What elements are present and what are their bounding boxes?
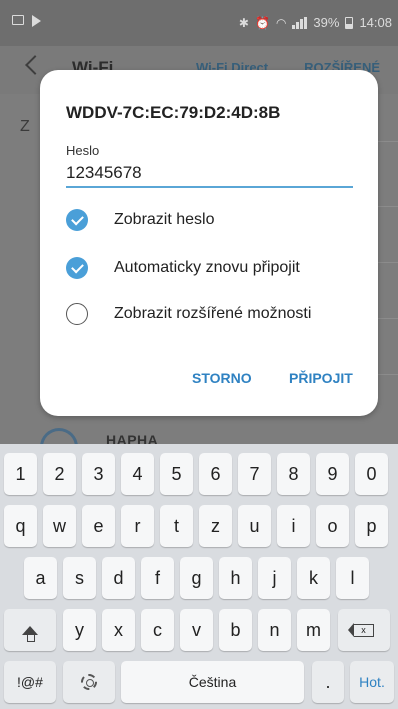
system-icons: ✱ ⏰ ◠ 39% 14:08: [239, 15, 392, 30]
key[interactable]: 0: [355, 453, 388, 495]
key[interactable]: 3: [82, 453, 115, 495]
divider: [378, 141, 398, 142]
battery-icon: [345, 16, 354, 29]
shift-icon: [22, 625, 38, 642]
symbols-key[interactable]: !@#: [4, 661, 56, 703]
key[interactable]: f: [141, 557, 174, 599]
notification-icons: [12, 15, 41, 27]
gear-icon: [81, 674, 97, 690]
key[interactable]: c: [141, 609, 174, 651]
gallery-icon: [12, 15, 24, 25]
auto-reconnect-option[interactable]: Automaticky znovu připojit: [66, 253, 366, 283]
key[interactable]: w: [43, 505, 76, 547]
key[interactable]: 7: [238, 453, 271, 495]
key[interactable]: s: [63, 557, 96, 599]
key[interactable]: 4: [121, 453, 154, 495]
alarm-icon: ⏰: [254, 15, 270, 30]
show-password-option[interactable]: Zobrazit heslo: [66, 205, 366, 235]
wifi-signal-icon: ◠: [275, 15, 287, 30]
checkbox-checked-icon[interactable]: [66, 257, 88, 279]
key[interactable]: 9: [316, 453, 349, 495]
divider: [378, 318, 398, 319]
signal-bars-icon: [292, 16, 308, 29]
advanced-options-option[interactable]: Zobrazit rozšířené možnosti: [66, 299, 366, 329]
dialog-title: WDDV-7C:EC:79:D2:4D:8B: [66, 103, 281, 122]
bluetooth-icon: ✱: [238, 15, 249, 30]
key[interactable]: m: [297, 609, 330, 651]
checkbox-unchecked-icon[interactable]: [66, 303, 88, 325]
key[interactable]: x: [102, 609, 135, 651]
key[interactable]: i: [277, 505, 310, 547]
key[interactable]: p: [355, 505, 388, 547]
key[interactable]: y: [63, 609, 96, 651]
back-arrow-icon[interactable]: [25, 55, 45, 75]
done-key[interactable]: Hot.: [350, 661, 394, 703]
key[interactable]: z: [199, 505, 232, 547]
key[interactable]: d: [102, 557, 135, 599]
key[interactable]: e: [82, 505, 115, 547]
keyboard: 1 2 3 4 5 6 7 8 9 0 q w e r t z u i o p …: [0, 444, 398, 709]
clock: 14:08: [359, 15, 392, 30]
key[interactable]: 6: [199, 453, 232, 495]
key[interactable]: t: [160, 505, 193, 547]
space-key[interactable]: Čeština: [121, 661, 304, 703]
key[interactable]: 2: [43, 453, 76, 495]
option-label: Zobrazit heslo: [114, 211, 215, 228]
key[interactable]: 1: [4, 453, 37, 495]
list-item-letter: Z: [20, 118, 30, 135]
backspace-key[interactable]: x: [338, 609, 390, 651]
key[interactable]: h: [219, 557, 252, 599]
key[interactable]: r: [121, 505, 154, 547]
backspace-icon: x: [348, 623, 374, 637]
password-label: Heslo: [66, 143, 100, 158]
shift-key[interactable]: [4, 609, 56, 651]
option-label: Zobrazit rozšířené možnosti: [114, 305, 312, 322]
settings-key[interactable]: [63, 661, 115, 703]
password-input[interactable]: [66, 160, 353, 188]
play-icon: [32, 15, 41, 27]
divider: [378, 206, 398, 207]
key[interactable]: v: [180, 609, 213, 651]
connect-button[interactable]: PŘIPOJIT: [289, 370, 353, 386]
key[interactable]: k: [297, 557, 330, 599]
key[interactable]: q: [4, 505, 37, 547]
period-key[interactable]: .: [312, 661, 344, 703]
option-label: Automaticky znovu připojit: [114, 259, 300, 276]
key[interactable]: n: [258, 609, 291, 651]
key[interactable]: 8: [277, 453, 310, 495]
checkbox-checked-icon[interactable]: [66, 209, 88, 231]
key[interactable]: u: [238, 505, 271, 547]
divider: [378, 262, 398, 263]
status-bar: ✱ ⏰ ◠ 39% 14:08: [0, 0, 398, 46]
battery-percent: 39%: [313, 15, 340, 30]
key[interactable]: j: [258, 557, 291, 599]
key[interactable]: o: [316, 505, 349, 547]
key[interactable]: g: [180, 557, 213, 599]
key[interactable]: a: [24, 557, 57, 599]
key[interactable]: 5: [160, 453, 193, 495]
cancel-button[interactable]: STORNO: [192, 370, 252, 386]
connect-dialog: WDDV-7C:EC:79:D2:4D:8B Heslo Zobrazit he…: [40, 70, 378, 416]
key[interactable]: l: [336, 557, 369, 599]
divider: [378, 374, 398, 375]
key[interactable]: b: [219, 609, 252, 651]
